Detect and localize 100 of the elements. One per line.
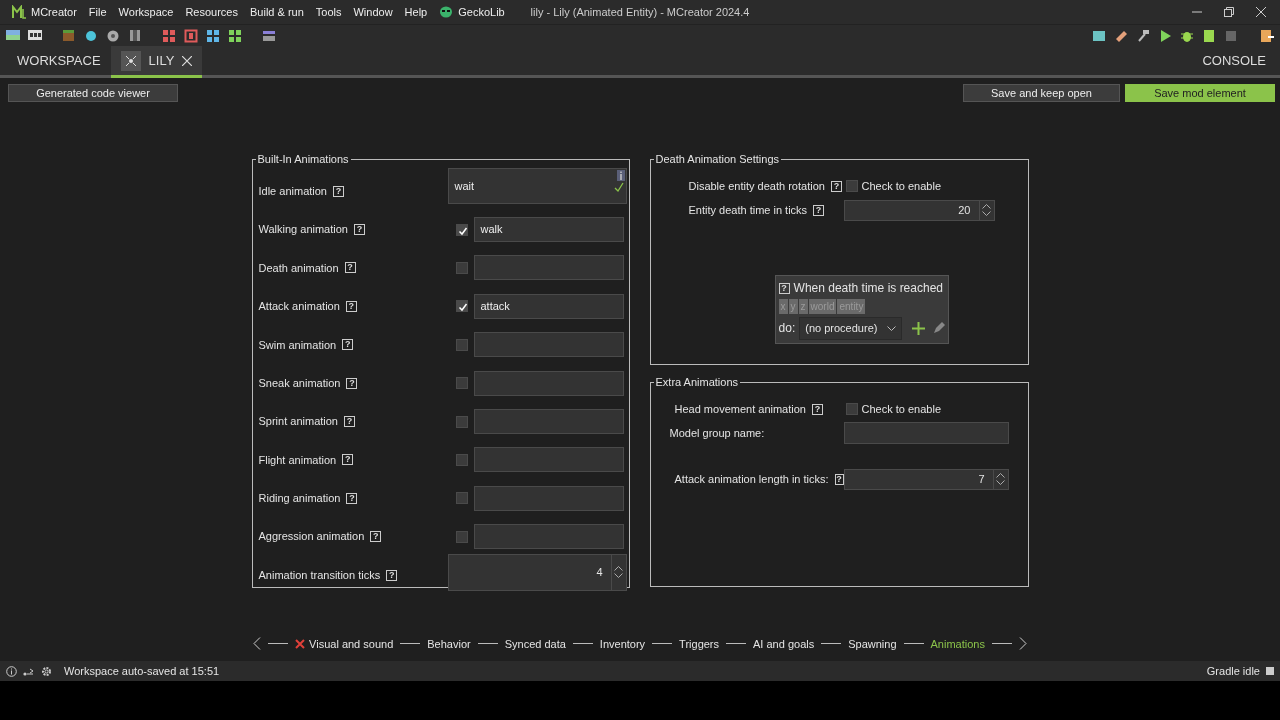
procedure-dropdown[interactable]: (no procedure)	[799, 317, 903, 340]
text-field[interactable]: wait	[447, 168, 627, 205]
field-label: Attack animation	[258, 299, 340, 315]
checkbox[interactable]	[455, 223, 468, 236]
text-field[interactable]: walk	[473, 217, 624, 243]
menu-item[interactable]: Build & run	[250, 3, 304, 21]
step-link[interactable]: Synced data	[504, 635, 566, 652]
text-field[interactable]	[473, 447, 624, 473]
menu-item[interactable]: MCreator	[31, 3, 77, 21]
step-link[interactable]: Inventory	[599, 635, 646, 652]
help-icon[interactable]: ?	[342, 339, 354, 351]
step-link[interactable]: Animations	[930, 635, 985, 652]
save-keep-open-button[interactable]: Save and keep open	[963, 84, 1120, 102]
step-link[interactable]: AI and goals	[753, 635, 815, 652]
add-icon[interactable]	[912, 321, 926, 335]
do-label: do:	[778, 320, 796, 338]
help-icon[interactable]: ?	[346, 377, 358, 389]
help-icon[interactable]: ?	[370, 531, 382, 543]
checkbox[interactable]	[455, 415, 468, 428]
step-link[interactable]: Spawning	[848, 635, 897, 652]
menu-item[interactable]: File	[88, 3, 107, 21]
field-label: Idle animation	[258, 183, 327, 199]
grid-icon[interactable]	[205, 27, 221, 44]
text-field[interactable]: attack	[473, 293, 624, 319]
number-spinner[interactable]: 20	[843, 199, 995, 221]
pencil-icon[interactable]	[933, 322, 946, 335]
grid-icon[interactable]	[227, 27, 243, 44]
console-tab[interactable]: CONSOLE	[1202, 46, 1280, 75]
hammer-icon[interactable]	[1135, 27, 1151, 44]
chevron-down-icon	[887, 325, 897, 331]
checkbox[interactable]	[845, 403, 858, 415]
checkbox[interactable]	[455, 261, 468, 274]
section-title: Built-In Animations	[255, 152, 351, 166]
text-field[interactable]	[473, 524, 624, 550]
help-icon[interactable]: ?	[353, 224, 365, 236]
help-icon[interactable]: ?	[811, 403, 823, 415]
field-label: Sneak animation	[258, 375, 341, 391]
text-field[interactable]	[473, 332, 624, 358]
menu-item[interactable]: Window	[353, 3, 393, 21]
help-icon[interactable]: ?	[813, 204, 825, 216]
checkbox[interactable]	[455, 530, 468, 543]
text-field[interactable]	[473, 370, 624, 396]
step-link[interactable]: Triggers	[679, 635, 720, 652]
field-label: Attack animation length in ticks:	[674, 471, 829, 487]
menu-item[interactable]: Resources	[185, 3, 238, 21]
field-label: Death animation	[258, 260, 339, 276]
checkbox[interactable]	[455, 300, 468, 313]
step-link[interactable]: Behavior	[427, 635, 471, 652]
help-icon[interactable]: ?	[342, 454, 354, 466]
step-link[interactable]: Visual and sound	[295, 635, 394, 652]
text-field[interactable]	[473, 255, 624, 281]
text-field[interactable]	[473, 409, 624, 435]
number-spinner[interactable]: 4	[447, 553, 627, 591]
help-icon[interactable]: ?	[333, 185, 344, 197]
help-icon[interactable]: ?	[344, 262, 356, 274]
checkbox[interactable]	[845, 180, 858, 192]
export-icon[interactable]	[1259, 27, 1275, 44]
checkbox[interactable]	[455, 453, 468, 466]
chevron-left-icon[interactable]	[253, 637, 262, 651]
field-label: Flight animation	[258, 452, 337, 468]
text-field[interactable]	[843, 422, 1009, 444]
field-label: Swim animation	[258, 337, 337, 353]
frame-icon[interactable]	[183, 27, 199, 44]
field-label: Disable entity death rotation	[688, 178, 825, 194]
help-icon[interactable]: ?	[778, 282, 790, 294]
checkbox[interactable]	[455, 492, 468, 505]
checkbox[interactable]	[455, 377, 468, 390]
chevron-right-icon[interactable]	[1018, 637, 1027, 651]
code-viewer-button[interactable]: Generated code viewer	[8, 84, 178, 102]
error-icon	[295, 638, 306, 649]
help-icon[interactable]: ?	[345, 300, 357, 312]
entity-icon	[120, 50, 141, 71]
close-icon[interactable]	[182, 55, 193, 66]
procedure-title: When death time is reached	[793, 280, 943, 297]
block-icon[interactable]	[61, 27, 77, 44]
save-button[interactable]: Save mod element	[1125, 84, 1275, 102]
menu-item[interactable]: Workspace	[118, 3, 174, 21]
field-label: Head movement animation	[674, 401, 806, 417]
checkbox[interactable]	[455, 338, 468, 351]
document-icon[interactable]	[1201, 27, 1217, 44]
help-icon[interactable]: ?	[834, 473, 844, 485]
close-icon[interactable]	[1256, 7, 1266, 17]
help-icon[interactable]: ?	[830, 180, 842, 192]
tab[interactable]: LILY	[110, 46, 203, 75]
info-icon[interactable]	[6, 665, 17, 677]
restore-icon[interactable]	[1224, 7, 1234, 17]
checkbox-label: Check to enable	[861, 178, 941, 194]
gear-icon[interactable]	[41, 665, 52, 677]
gecko-icon	[439, 5, 454, 19]
menu-item[interactable]: GeckoLib	[458, 3, 505, 21]
help-icon[interactable]: ?	[346, 492, 358, 504]
grid-icon[interactable]	[161, 27, 177, 44]
text-field[interactable]	[473, 485, 624, 511]
tab[interactable]: WORKSPACE	[0, 46, 111, 75]
menu-item[interactable]: Help	[404, 3, 428, 21]
gradle-status: Gradle idle	[1206, 663, 1260, 679]
number-spinner[interactable]: 7	[843, 468, 1009, 490]
menu-item[interactable]: Tools	[315, 3, 342, 21]
help-icon[interactable]: ?	[344, 416, 355, 428]
help-icon[interactable]: ?	[386, 569, 398, 581]
